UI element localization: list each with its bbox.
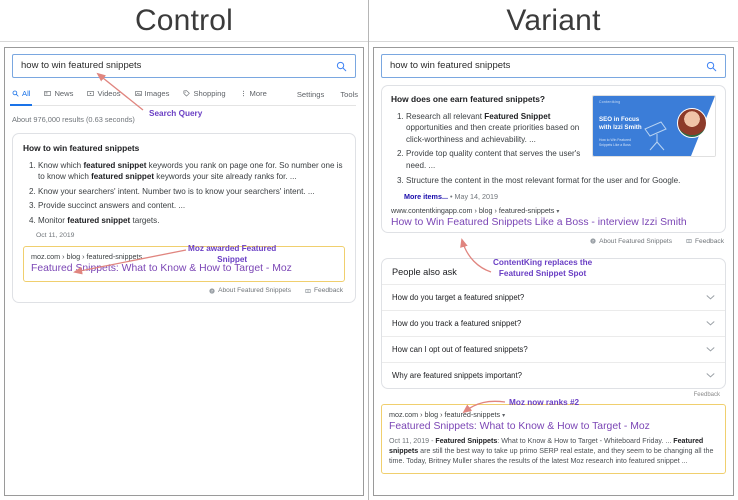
annotation-line: Featured Snippet Spot bbox=[498, 268, 587, 278]
annotation-line: Snippet bbox=[217, 254, 248, 264]
comparison-screenshot: Control how to win featured snippets All… bbox=[0, 0, 738, 500]
panel-variant: Variant how to win featured snippets How… bbox=[369, 0, 738, 500]
panel-control: Control how to win featured snippets All… bbox=[0, 0, 369, 500]
annotation-moz-ranks-2: Moz now ranks #2 bbox=[509, 398, 579, 409]
arrow-moz-ranks-2 bbox=[462, 400, 506, 414]
annotation-line: Moz now ranks #2 bbox=[509, 398, 580, 407]
annotation-search-query: Search Query bbox=[149, 109, 202, 120]
annotation-line: Search Query bbox=[149, 109, 203, 118]
annotation-line: Moz awarded Featured bbox=[188, 244, 277, 253]
annotation-line: ContentKing replaces the bbox=[493, 258, 593, 267]
arrow-moz-awarded bbox=[73, 249, 187, 275]
annotation-moz-awarded: Moz awarded Featured Snippet bbox=[188, 244, 276, 265]
annotation-contentking-replaces: ContentKing replaces the Featured Snippe… bbox=[493, 258, 592, 279]
